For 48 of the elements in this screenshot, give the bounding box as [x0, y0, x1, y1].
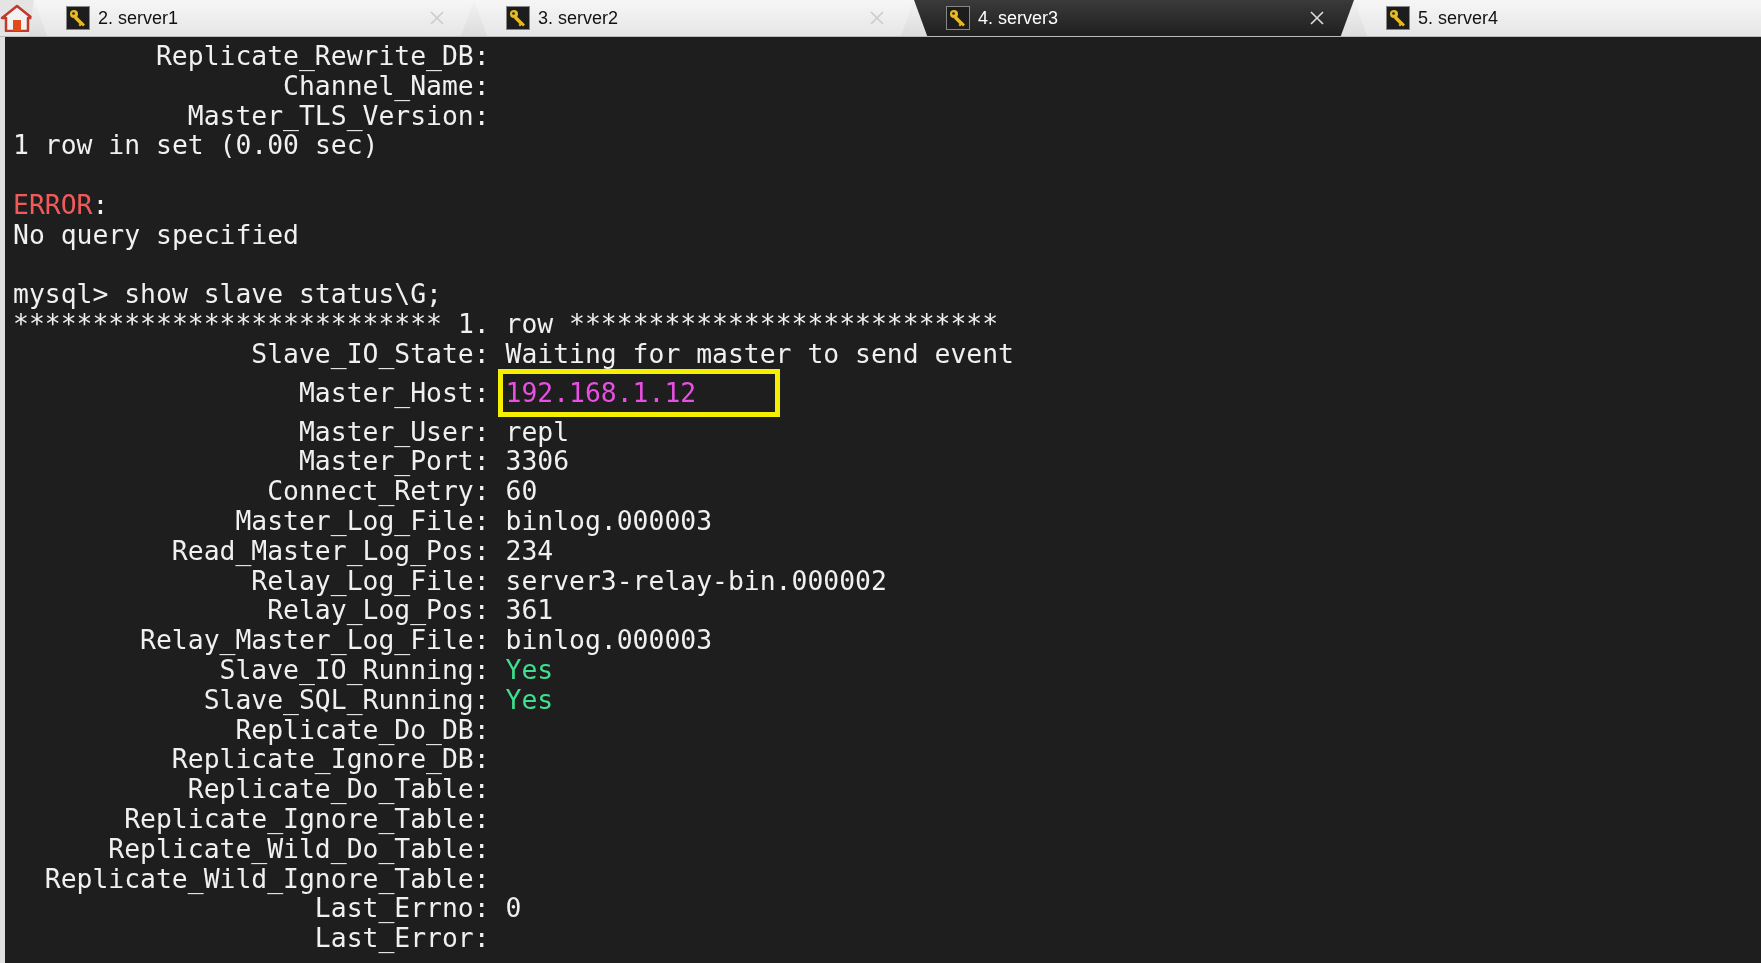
terminal-line: *************************** 1. row ***************************: [13, 309, 999, 339]
field-value: 192.168.1.12: [505, 377, 697, 408]
key-icon: [1386, 6, 1410, 30]
field-value: 0: [505, 893, 522, 924]
field-value: binlog.000003: [505, 625, 713, 655]
tab[interactable]: 4. server3: [914, 0, 1354, 36]
field-label: Master_Port:: [297, 446, 490, 477]
field-label: Master_Host:: [297, 377, 490, 408]
field-label: Master_Log_File:: [234, 505, 490, 536]
field-value: Yes: [505, 684, 554, 715]
error-message: ERROR:: [13, 190, 109, 220]
field-label: Read_Master_Log_Pos:: [170, 535, 490, 566]
field-value: Yes: [505, 654, 554, 685]
field-label: Master_User:: [297, 416, 490, 447]
field-label: Slave_SQL_Running:: [202, 684, 490, 715]
field-label: Last_Error:: [313, 923, 490, 953]
field-label: Replicate_Ignore_Table:: [123, 803, 490, 834]
field-value: Waiting for master to send event: [505, 338, 1014, 369]
field-label: Replicate_Wild_Ignore_Table:: [43, 863, 490, 894]
field-label: Replicate_Do_DB:: [235, 714, 490, 745]
field-value: binlog.000003: [505, 505, 713, 536]
field-label: Last_Errno:: [314, 893, 490, 924]
field-label: Relay_Master_Log_File:: [139, 625, 490, 655]
field-label: Replicate_Do_Table:: [187, 774, 490, 804]
close-icon[interactable]: [1310, 11, 1324, 25]
home-icon[interactable]: [0, 4, 34, 32]
field-value: 3306: [505, 446, 570, 477]
field-label: Relay_Log_File:: [251, 565, 490, 596]
field-value: repl: [505, 416, 570, 447]
key-icon: [506, 6, 530, 30]
terminal-line: No query specified: [13, 219, 299, 250]
terminal-line: 1 row in set (0.00 sec): [13, 130, 379, 161]
field-value: server3-relay-bin.000002: [505, 565, 887, 596]
field-label: Replicate_Rewrite_DB:: [154, 41, 490, 71]
field-label: Relay_Log_Pos:: [267, 595, 490, 626]
key-icon: [66, 6, 90, 30]
field-label: Slave_IO_State:: [250, 338, 490, 369]
field-label: Master_TLS_Version:: [186, 100, 490, 131]
field-label: Replicate_Ignore_DB:: [170, 744, 490, 775]
field-value: 361: [505, 595, 554, 626]
field-label: Replicate_Wild_Do_Table:: [107, 833, 490, 864]
field-label: Connect_Retry:: [266, 476, 490, 506]
terminal-line: mysql> show slave status\G;: [13, 279, 442, 310]
field-label: Slave_IO_Running:: [219, 654, 490, 685]
key-icon: [946, 6, 970, 30]
field-label: Channel_Name:: [283, 70, 490, 101]
field-value: 60: [505, 476, 538, 506]
field-value: 234: [505, 535, 554, 566]
